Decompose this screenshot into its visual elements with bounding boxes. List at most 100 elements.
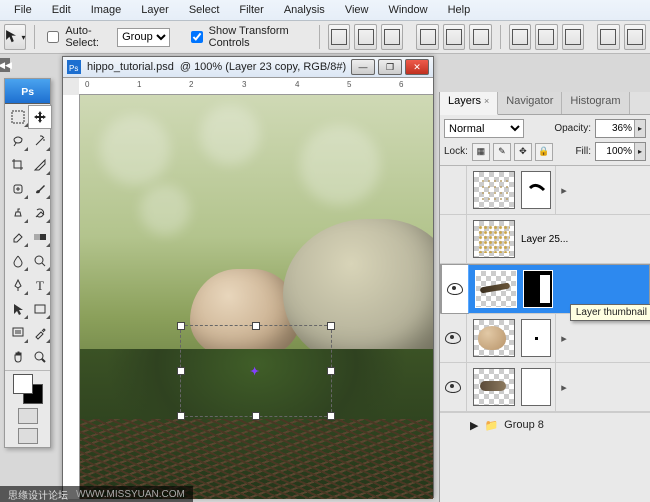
menu-window[interactable]: Window — [378, 2, 437, 18]
minimize-button[interactable]: — — [351, 59, 375, 75]
layer-thumbnail[interactable] — [473, 319, 515, 357]
menu-view[interactable]: View — [335, 2, 379, 18]
magic-wand-tool[interactable] — [28, 129, 52, 153]
layer-row[interactable]: ▸ — [440, 314, 650, 363]
maximize-button[interactable]: ❐ — [378, 59, 402, 75]
transform-handle-ml[interactable] — [177, 367, 185, 375]
brush-tool[interactable] — [28, 177, 52, 201]
menu-edit[interactable]: Edit — [42, 2, 81, 18]
fill-field[interactable]: ▸ — [595, 142, 646, 161]
align-top-edges[interactable] — [328, 24, 350, 50]
transform-reference-point[interactable]: ✦ — [250, 365, 262, 377]
menu-help[interactable]: Help — [438, 2, 481, 18]
transform-handle-bc[interactable] — [252, 412, 260, 420]
layer-visibility-toggle[interactable] — [441, 264, 469, 314]
layer-group-row[interactable]: ▶ 📁 Group 8 — [440, 412, 650, 437]
layer-mask-thumbnail[interactable] — [521, 368, 551, 406]
tab-histogram[interactable]: Histogram — [562, 92, 629, 114]
transform-handle-bl[interactable] — [177, 412, 185, 420]
gradient-tool[interactable] — [28, 225, 52, 249]
layer-mask-thumbnail[interactable] — [523, 270, 553, 308]
transform-handle-tc[interactable] — [252, 322, 260, 330]
transform-bounding-box[interactable]: ✦ — [180, 325, 332, 417]
layer-row[interactable]: ▸ — [440, 166, 650, 215]
chevron-right-icon[interactable]: ▸ — [555, 363, 572, 411]
hand-tool[interactable] — [6, 345, 30, 369]
auto-select-checkbox[interactable]: Auto-Select: — [43, 25, 113, 49]
layer-visibility-toggle[interactable] — [440, 363, 467, 411]
marquee-tool[interactable] — [6, 105, 30, 129]
chevron-right-icon[interactable]: ▸ — [555, 314, 572, 362]
transform-handle-mr[interactable] — [327, 367, 335, 375]
menu-filter[interactable]: Filter — [229, 2, 273, 18]
align-right-edges[interactable] — [469, 24, 491, 50]
transform-handle-br[interactable] — [327, 412, 335, 420]
menu-file[interactable]: File — [4, 2, 42, 18]
layer-mask-thumbnail[interactable] — [521, 319, 551, 357]
menu-select[interactable]: Select — [179, 2, 230, 18]
show-transform-checkbox[interactable]: Show Transform Controls — [187, 25, 312, 49]
layer-thumbnail[interactable] — [473, 171, 515, 209]
auto-select-target[interactable]: Group — [117, 28, 170, 47]
lock-all[interactable]: 🔒 — [535, 143, 553, 161]
eraser-tool[interactable] — [6, 225, 30, 249]
slice-tool[interactable] — [28, 153, 52, 177]
zoom-tool[interactable] — [28, 345, 52, 369]
history-brush-tool[interactable] — [28, 201, 52, 225]
distribute-left[interactable] — [597, 24, 619, 50]
layer-visibility-toggle[interactable] — [440, 314, 467, 362]
path-selection-tool[interactable] — [6, 297, 30, 321]
foreground-color[interactable] — [13, 374, 33, 394]
menu-analysis[interactable]: Analysis — [274, 2, 335, 18]
canvas[interactable]: ✦ — [80, 95, 433, 499]
disclosure-triangle-icon[interactable]: ▶ — [470, 419, 478, 432]
opacity-arrow-icon[interactable]: ▸ — [634, 120, 645, 137]
layer-row[interactable]: Layer 25... — [440, 215, 650, 264]
distribute-top[interactable] — [509, 24, 531, 50]
fill-arrow-icon[interactable]: ▸ — [634, 143, 645, 160]
shape-tool[interactable] — [28, 297, 52, 321]
tab-navigator[interactable]: Navigator — [498, 92, 562, 114]
foreground-background-colors[interactable] — [13, 374, 43, 404]
layer-mask-thumbnail[interactable] — [521, 171, 551, 209]
notes-tool[interactable] — [6, 321, 30, 345]
blur-tool[interactable] — [6, 249, 30, 273]
document-titlebar[interactable]: Ps hippo_tutorial.psd @ 100% (Layer 23 c… — [63, 57, 433, 78]
layer-thumbnail[interactable] — [475, 270, 517, 308]
transform-handle-tr[interactable] — [327, 322, 335, 330]
distribute-v-centers[interactable] — [535, 24, 557, 50]
distribute-h-centers[interactable] — [624, 24, 646, 50]
layer-thumbnail[interactable] — [473, 368, 515, 406]
dock-expand-handle[interactable]: ◀◀ — [0, 58, 10, 72]
move-tool-preset-picker[interactable]: ▾ — [4, 24, 26, 50]
quick-mask-toggle[interactable] — [18, 408, 38, 424]
layer-row-selected[interactable]: Layer thumbnail — [440, 264, 650, 314]
lock-position[interactable]: ✥ — [514, 143, 532, 161]
transform-handle-tl[interactable] — [177, 322, 185, 330]
dodge-tool[interactable] — [28, 249, 52, 273]
layer-visibility-toggle[interactable] — [440, 215, 467, 263]
lock-transparency[interactable]: ▦ — [472, 143, 490, 161]
clone-stamp-tool[interactable] — [6, 201, 30, 225]
layer-row[interactable]: ▸ — [440, 363, 650, 412]
align-bottom-edges[interactable] — [381, 24, 403, 50]
layer-thumbnail[interactable] — [473, 220, 515, 258]
distribute-bottom[interactable] — [562, 24, 584, 50]
menu-image[interactable]: Image — [81, 2, 132, 18]
move-tool[interactable] — [28, 105, 52, 129]
layer-visibility-toggle[interactable] — [440, 166, 467, 214]
lock-pixels[interactable]: ✎ — [493, 143, 511, 161]
healing-brush-tool[interactable] — [6, 177, 30, 201]
menu-layer[interactable]: Layer — [131, 2, 179, 18]
align-left-edges[interactable] — [416, 24, 438, 50]
screen-mode-toggle[interactable] — [18, 428, 38, 444]
chevron-right-icon[interactable]: ▸ — [555, 166, 572, 214]
blend-mode-select[interactable]: Normal — [444, 119, 524, 138]
align-horizontal-centers[interactable] — [443, 24, 465, 50]
ruler-vertical[interactable] — [63, 95, 80, 499]
ruler-horizontal[interactable]: 0 1 2 3 4 5 6 — [79, 78, 433, 95]
lasso-tool[interactable] — [6, 129, 30, 153]
close-button[interactable]: ✕ — [405, 59, 429, 75]
opacity-field[interactable]: ▸ — [595, 119, 646, 138]
eyedropper-tool[interactable] — [28, 321, 52, 345]
